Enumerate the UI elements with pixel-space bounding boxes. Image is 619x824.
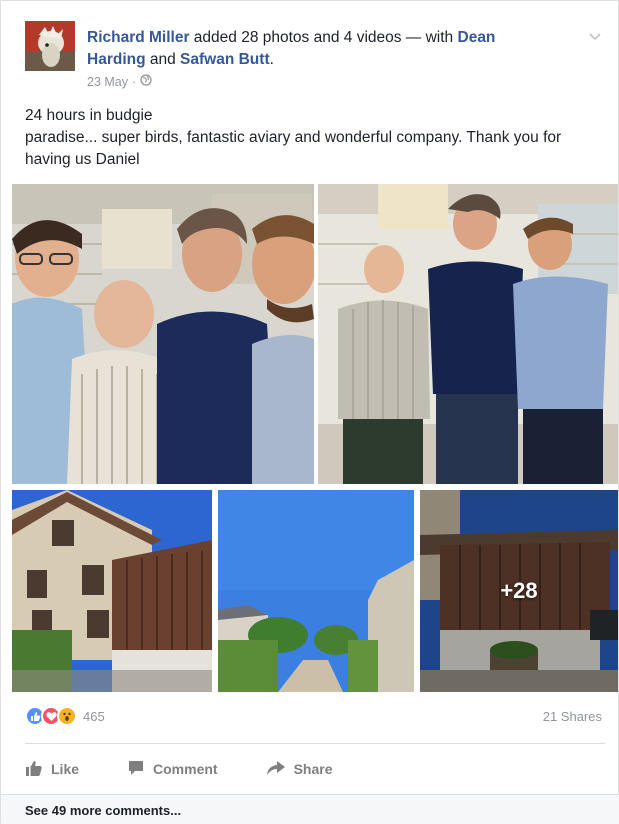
like-button[interactable]: Like (25, 759, 79, 780)
shares-count[interactable]: 21 Shares (543, 709, 602, 724)
comment-label: Comment (153, 761, 218, 777)
comment-button[interactable]: Comment (127, 759, 218, 780)
tagged-user-2[interactable]: Safwan Butt (180, 51, 270, 68)
period-text: . (269, 51, 274, 68)
more-photos-count[interactable]: +28 (420, 490, 618, 692)
post-text-line-1: 24 hours in budgie (25, 107, 153, 124)
share-button[interactable]: Share (266, 759, 333, 780)
stats-divider (25, 743, 605, 744)
post-header: Richard Miller added 28 photos and 4 vid… (25, 21, 605, 91)
photo-garden-path[interactable] (218, 490, 414, 692)
post-text: 24 hours in budgie paradise... super bir… (25, 105, 605, 171)
meta-separator: · (132, 74, 137, 89)
photo-aviary-more[interactable]: +28 (420, 490, 618, 692)
author-name[interactable]: Richard Miller (87, 29, 190, 46)
post-meta: 23 May · (87, 74, 152, 89)
wow-icon (57, 706, 77, 726)
globe-icon[interactable] (140, 74, 152, 89)
comment-icon (127, 759, 145, 780)
post-date[interactable]: 23 May (87, 75, 128, 89)
post-actions: Like Comment Share (25, 753, 605, 785)
post-card: Richard Miller added 28 photos and 4 vid… (0, 0, 619, 824)
post-text-line-2: paradise... super birds, fantastic aviar… (25, 129, 562, 168)
author-line: Richard Miller added 28 photos and 4 vid… (87, 27, 557, 71)
like-label: Like (51, 761, 80, 777)
photo-house[interactable] (12, 490, 212, 692)
thumbs-up-icon (25, 759, 43, 780)
see-more-comments-link[interactable]: See 49 more comments... (25, 803, 181, 818)
post-options-chevron-icon[interactable] (587, 29, 603, 45)
action-text: added 28 photos and 4 videos — with (189, 29, 458, 46)
photo-grid: +28 (12, 184, 618, 692)
reactions-summary[interactable]: 465 (25, 706, 105, 726)
reaction-count: 465 (83, 708, 105, 724)
share-label: Share (293, 761, 333, 777)
photo-group-selfie[interactable] (12, 184, 314, 484)
author-avatar[interactable] (25, 21, 75, 71)
photo-group-aviary[interactable] (318, 184, 618, 484)
share-arrow-icon (266, 759, 286, 780)
conjunction-text: and (145, 51, 181, 68)
